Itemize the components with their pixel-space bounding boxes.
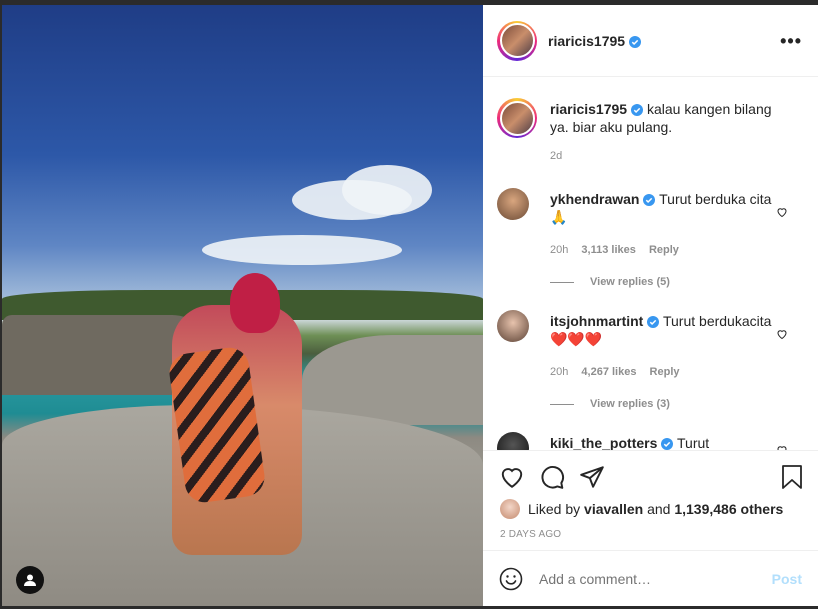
comment-item: itsjohnmartint Turut berdukacita ❤️❤️❤️ … (497, 310, 802, 420)
comment-text: kiki_the_potters Turut (550, 434, 775, 450)
post-button[interactable]: Post (772, 571, 802, 587)
share-icon[interactable] (579, 464, 605, 490)
comment-icon[interactable] (539, 464, 565, 490)
avatar[interactable] (497, 188, 529, 220)
hijab (230, 273, 280, 333)
comment-input[interactable] (539, 570, 759, 587)
view-replies-button[interactable]: View replies (3) (550, 398, 670, 410)
avatar[interactable] (497, 432, 529, 450)
cloud (202, 235, 402, 265)
reply-button[interactable]: Reply (649, 244, 679, 256)
verified-badge-icon (647, 316, 660, 328)
post-photo[interactable] (2, 5, 483, 606)
cloud (342, 165, 432, 215)
comments-list[interactable]: riaricis1795 kalau kangen bilang ya. bia… (483, 78, 818, 450)
post-side-panel: riaricis1795 ••• riaricis1795 kalau kang… (483, 5, 818, 606)
caption: riaricis1795 kalau kangen bilang ya. bia… (497, 98, 802, 168)
comment-username[interactable]: itsjohnmartint (550, 313, 643, 329)
post-timestamp[interactable]: 2 DAYS AGO (500, 529, 561, 540)
caption-username[interactable]: riaricis1795 (550, 101, 627, 117)
header-username[interactable]: riaricis1795 (548, 33, 642, 49)
comment-text: itsjohnmartint Turut berdukacita ❤️❤️❤️ (550, 312, 775, 348)
comment-likes[interactable]: 4,267 likes (581, 366, 636, 378)
reply-button[interactable]: Reply (650, 366, 680, 378)
post-actions: Liked by viavallen and 1,139,486 others … (483, 450, 818, 550)
heart-icon[interactable] (499, 464, 525, 490)
add-comment-bar: Post (483, 550, 818, 606)
liked-and: and (647, 501, 671, 517)
liked-prefix: Liked by (528, 501, 581, 517)
avatar (500, 499, 520, 519)
verified-badge-icon (631, 104, 644, 116)
verified-badge-icon (629, 35, 642, 48)
avatar[interactable] (497, 98, 537, 138)
comment-likes[interactable]: 3,113 likes (581, 244, 635, 256)
bookmark-icon[interactable] (780, 464, 804, 490)
like-comment-heart-icon[interactable] (776, 328, 788, 340)
comment-username[interactable]: ykhendrawan (550, 191, 639, 207)
comment-time: 20h (550, 366, 569, 378)
like-comment-heart-icon[interactable] (776, 206, 788, 218)
comment-body: Turut (677, 435, 710, 450)
emoji-icon[interactable] (499, 567, 523, 591)
verified-badge-icon (643, 194, 656, 206)
liked-username[interactable]: viavallen (584, 501, 643, 517)
liked-count[interactable]: 1,139,486 others (674, 501, 783, 517)
caption-text: riaricis1795 kalau kangen bilang ya. bia… (550, 100, 775, 136)
verified-badge-icon (661, 438, 674, 450)
caption-time: 2d (550, 150, 563, 162)
comment-time: 20h (550, 244, 569, 256)
comment-text: ykhendrawan Turut berduka cita🙏 (550, 190, 775, 226)
avatar[interactable] (497, 20, 537, 61)
comment-meta: 20h 3,113 likes Reply (550, 244, 679, 256)
liked-by-summary[interactable]: Liked by viavallen and 1,139,486 others (500, 499, 783, 519)
user-tag-icon[interactable] (16, 566, 44, 594)
comment-meta: 20h 4,267 likes Reply (550, 366, 680, 378)
more-options-icon[interactable]: ••• (780, 31, 802, 52)
comment-username[interactable]: kiki_the_potters (550, 435, 657, 450)
comment-item: kiki_the_potters Turut (497, 432, 802, 450)
comment-item: ykhendrawan Turut berduka cita🙏 20h 3,11… (497, 188, 802, 298)
post-header: riaricis1795 ••• (483, 5, 818, 77)
avatar[interactable] (497, 310, 529, 342)
view-replies-button[interactable]: View replies (5) (550, 276, 670, 288)
